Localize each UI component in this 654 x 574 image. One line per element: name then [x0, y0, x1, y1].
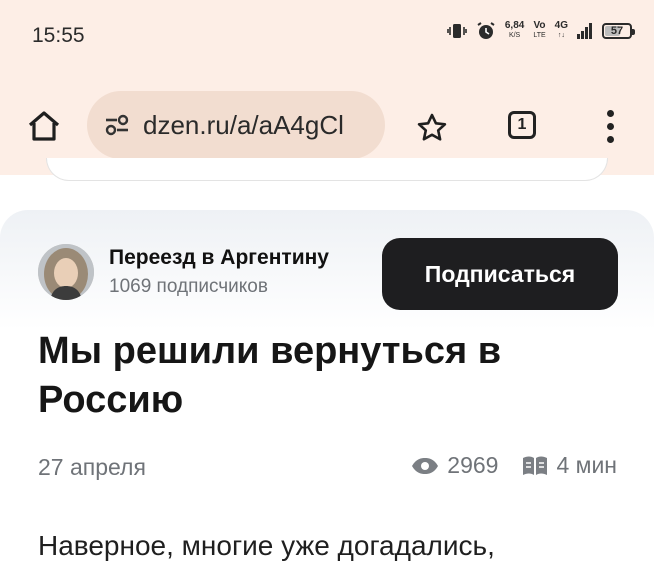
volte-bottom: LTE [533, 32, 546, 39]
channel-subscribers: 1069 подписчиков [109, 276, 268, 297]
article-body-text: Наверное, многие уже догадались, [38, 530, 495, 561]
channel-name[interactable]: Переезд в Аргентину [109, 246, 329, 270]
previous-card-edge [46, 158, 608, 181]
address-bar[interactable]: dzen.ru/a/aA4gCl [87, 91, 385, 159]
browser-topbar: 15:55 6,84 K/S Vo LTE 4G ↑↓ 57 dzen.ru/a… [0, 0, 654, 175]
url-text[interactable]: dzen.ru/a/aA4gCl [143, 110, 344, 141]
network-type: 4G ↑↓ [554, 20, 568, 40]
battery-level: 57 [610, 25, 624, 37]
more-menu-icon[interactable] [598, 106, 622, 146]
network-speed-value: 6,84 [504, 20, 525, 31]
bookmark-button[interactable] [414, 110, 450, 146]
volte-indicator: Vo LTE [533, 21, 545, 41]
battery-icon: 57 [602, 23, 635, 39]
signal-icon [577, 23, 593, 39]
volte-top: Vo [533, 20, 546, 31]
book-icon [522, 455, 548, 477]
network-speed-unit: K/S [508, 32, 521, 39]
star-icon [417, 113, 447, 141]
tabs-icon: 1 [508, 111, 536, 139]
article-date: 27 апреля [38, 454, 146, 480]
article-title: Мы решили вернуться в Россию [38, 330, 502, 421]
subscribe-button[interactable]: Подписаться [382, 238, 618, 310]
network-speed: 6,84 K/S [505, 21, 524, 41]
tab-count: 1 [517, 116, 527, 133]
read-time: 4 мин [556, 452, 617, 478]
network-type-label: 4G [554, 20, 568, 31]
views-count: 2969 [447, 452, 499, 478]
channel-avatar[interactable] [38, 244, 94, 300]
home-button[interactable] [24, 106, 64, 146]
eye-icon [411, 457, 439, 475]
tabs-button[interactable]: 1 [504, 107, 540, 143]
article-stats: 2969 4 мин [411, 452, 617, 479]
vibrate-icon [447, 22, 467, 40]
status-icons: 6,84 K/S Vo LTE 4G ↑↓ 57 [447, 20, 635, 41]
status-time: 15:55 [32, 24, 85, 47]
alarm-icon [476, 21, 496, 41]
home-icon [28, 111, 60, 141]
site-settings-icon[interactable] [103, 111, 131, 139]
